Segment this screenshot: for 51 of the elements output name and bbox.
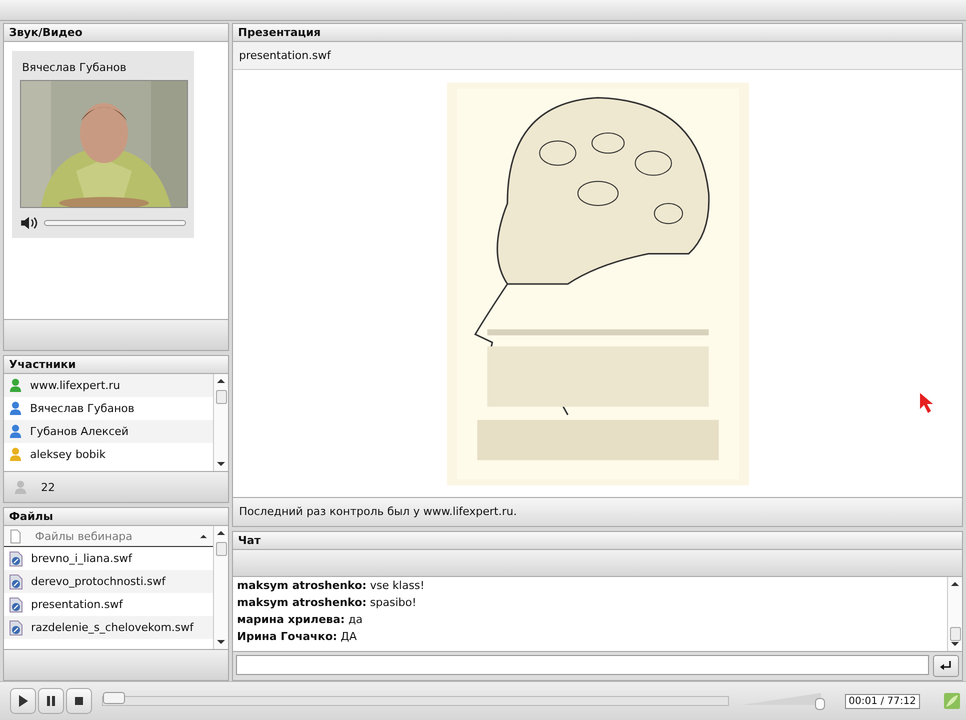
scroll-down-icon[interactable]: [217, 639, 225, 645]
file-icon: [9, 620, 23, 636]
chat-message: марина хрилева: да: [236, 612, 364, 628]
enter-icon: [939, 660, 953, 672]
scrollbar[interactable]: [213, 374, 228, 471]
scroll-thumb[interactable]: [950, 627, 960, 641]
play-button[interactable]: [10, 688, 36, 714]
stop-icon: [74, 695, 84, 707]
panel-title: Файлы: [4, 508, 228, 526]
scrollbar[interactable]: [213, 526, 228, 649]
chat-message: maksym atroshenko: vse klass!: [236, 578, 426, 594]
scroll-thumb[interactable]: [216, 542, 226, 556]
message-input[interactable]: [236, 655, 929, 675]
files-dropdown[interactable]: Файлы вебинара: [4, 526, 213, 547]
panel-title: Чат: [233, 532, 962, 550]
speaker-icon[interactable]: [20, 216, 38, 230]
file-name[interactable]: presentation.swf: [31, 598, 123, 611]
panel-title: Презентация: [233, 24, 962, 42]
file-icon: [9, 550, 23, 566]
file-name: presentation.swf: [233, 42, 962, 70]
chat-message: Ирина Гочачко: ДА: [236, 629, 358, 645]
participant-count: 22: [41, 480, 55, 494]
time-display: 00:01 / 77:12: [844, 694, 920, 708]
document-icon: [10, 528, 21, 544]
scroll-thumb[interactable]: [216, 390, 226, 404]
scroll-up-icon[interactable]: [951, 581, 959, 587]
file-name[interactable]: brevno_i_liana.swf: [31, 552, 132, 565]
scroll-down-icon[interactable]: [217, 461, 225, 467]
sort-icon: [200, 534, 207, 538]
panel-title: Участники: [4, 356, 228, 374]
pointer-icon: [918, 392, 934, 414]
progress-handle[interactable]: [103, 692, 125, 704]
speaker-name: Вячеслав Губанов: [21, 60, 128, 76]
file-icon: [9, 596, 23, 612]
file-icon: [9, 574, 23, 590]
scroll-up-icon[interactable]: [217, 530, 225, 536]
audio-slider[interactable]: [44, 220, 186, 226]
panel-title: Звук/Видео: [4, 24, 228, 42]
chat-message: maksym atroshenko: spasibo!: [236, 595, 418, 611]
pause-icon: [46, 695, 56, 707]
participant-name[interactable]: aleksey bobik: [30, 448, 106, 461]
volume-handle[interactable]: [814, 698, 825, 710]
user-icon: [14, 480, 27, 494]
pause-button[interactable]: [38, 688, 64, 714]
play-icon: [18, 695, 28, 707]
scrollbar[interactable]: [947, 577, 962, 651]
status-message: Последний раз контроль был у www.lifexpert.ru.: [233, 497, 962, 526]
send-button[interactable]: [933, 655, 959, 677]
participant-name[interactable]: Вячеслав Губанов: [30, 402, 134, 415]
scroll-up-icon[interactable]: [217, 378, 225, 384]
stop-button[interactable]: [66, 688, 92, 714]
